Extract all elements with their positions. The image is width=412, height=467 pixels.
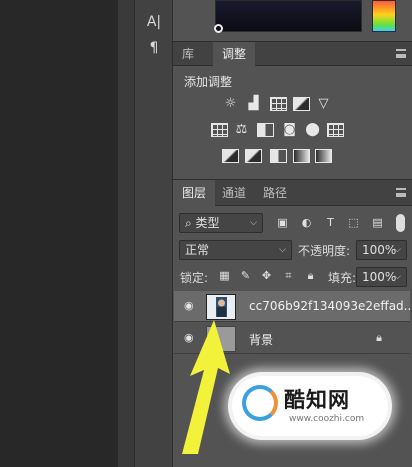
tab-layers[interactable]: 图层: [173, 180, 216, 206]
photo-filter-icon[interactable]: ◙: [281, 123, 298, 137]
color-picker-knob[interactable]: [214, 24, 223, 33]
lock-icon: 🔒︎: [376, 331, 382, 344]
lock-artboard-icon[interactable]: ⌗: [282, 270, 295, 282]
layer-filter-dropdown[interactable]: ⌕ 类型 ⌵: [179, 213, 263, 233]
tab-adjustments[interactable]: 调整: [213, 42, 256, 66]
fill-value: 100%: [362, 270, 397, 284]
shape-filter-icon[interactable]: ⬚: [347, 217, 360, 229]
adjustments-tabbar: 库 调整: [173, 41, 412, 66]
paragraph-icon[interactable]: ¶: [143, 38, 165, 58]
type-filter-icon[interactable]: T: [324, 217, 337, 229]
lock-label: 锁定:: [180, 271, 209, 285]
adjustment-filter-icon[interactable]: ◐: [300, 217, 313, 229]
panel-menu-icon[interactable]: [396, 49, 406, 58]
lock-pixels-icon[interactable]: ✎: [239, 270, 252, 282]
layers-tabbar: 图层 通道 路径: [173, 179, 412, 206]
threshold-icon[interactable]: [270, 149, 287, 163]
annotation-arrow: [182, 320, 230, 454]
eye-icon[interactable]: ◉: [184, 300, 197, 311]
adjustments-title: 添加调整: [184, 75, 233, 89]
layer-name[interactable]: 背景: [249, 331, 273, 348]
watermark-logo: [242, 385, 278, 421]
lock-transparent-icon[interactable]: ▦: [218, 270, 231, 282]
watermark-url: www.coozhi.com: [289, 414, 365, 424]
vibrance-icon[interactable]: ▽: [315, 97, 332, 111]
tab-paths[interactable]: 路径: [254, 180, 296, 206]
opacity-value: 100%: [362, 243, 397, 257]
lock-all-icon[interactable]: 🔒︎: [304, 270, 317, 282]
chevron-down-icon: ⌵: [279, 245, 286, 255]
chevron-down-icon: ⌵: [394, 245, 401, 255]
hue-saturation-icon[interactable]: [211, 123, 228, 137]
search-icon: ⌕: [185, 216, 196, 230]
exposure-icon[interactable]: [293, 97, 310, 111]
tab-channels[interactable]: 通道: [213, 180, 255, 206]
fill-input[interactable]: 100% ⌵: [356, 267, 407, 287]
pixel-filter-icon[interactable]: ▣: [276, 217, 289, 229]
black-white-icon[interactable]: [257, 123, 274, 137]
blend-mode-value: 正常: [185, 243, 210, 257]
fill-label: 填充:: [328, 271, 357, 285]
filter-kind-label: 类型: [195, 216, 220, 230]
opacity-input[interactable]: 100% ⌵: [356, 240, 407, 260]
watermark-badge: 酷知网 www.coozhi.com: [232, 376, 388, 436]
opacity-label: 不透明度:: [298, 244, 351, 258]
chevron-down-icon: ⌵: [394, 272, 401, 282]
text-tool-icon[interactable]: A|: [143, 12, 165, 32]
tool-strip: A| ¶: [135, 0, 173, 467]
invert-icon[interactable]: [222, 149, 239, 163]
blend-mode-dropdown[interactable]: 正常 ⌵: [179, 240, 292, 260]
color-balance-icon[interactable]: ⚖: [233, 123, 250, 137]
color-lookup-icon[interactable]: [327, 123, 344, 137]
gradient-map-icon[interactable]: [293, 149, 310, 163]
curves-icon[interactable]: [270, 97, 287, 111]
smart-object-filter-icon[interactable]: ▤: [371, 217, 384, 229]
lock-position-icon[interactable]: ✥: [260, 270, 273, 282]
selective-color-icon[interactable]: [315, 149, 332, 163]
layer-thumbnail: [206, 294, 236, 320]
hue-slider[interactable]: [372, 0, 396, 32]
tab-library[interactable]: 库: [173, 42, 203, 66]
layer-name[interactable]: cc706b92f134093e2effad...: [249, 299, 412, 313]
document-canvas[interactable]: [0, 0, 118, 467]
posterize-icon[interactable]: [245, 149, 262, 163]
levels-icon[interactable]: ▟: [245, 97, 262, 111]
layers-menu-icon[interactable]: [396, 188, 406, 197]
panel-gutter: [118, 0, 135, 467]
chevron-down-icon: ⌵: [250, 218, 257, 228]
brightness-icon[interactable]: ☼: [222, 97, 239, 111]
color-field[interactable]: [215, 0, 362, 32]
watermark-title: 酷知网: [284, 388, 350, 412]
filter-toggle[interactable]: [396, 214, 405, 232]
channel-mixer-icon[interactable]: ⬤: [304, 123, 321, 137]
